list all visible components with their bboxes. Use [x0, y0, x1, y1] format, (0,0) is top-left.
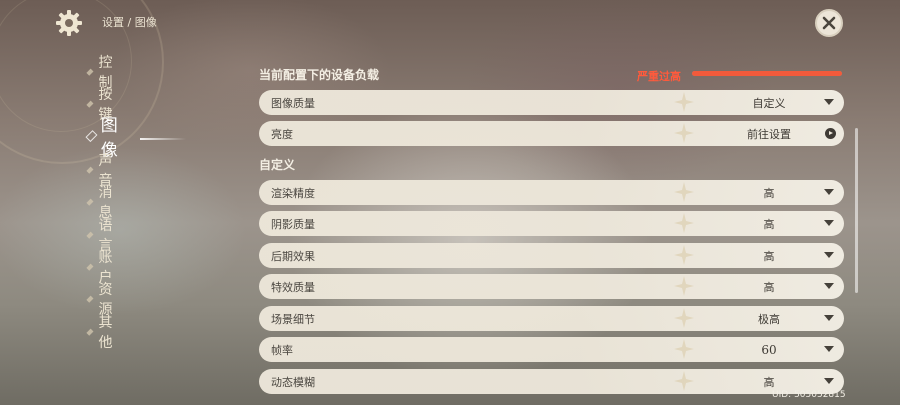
setting-label: 图像质量 — [271, 96, 315, 110]
nav-item-control[interactable]: 控制 — [86, 55, 115, 91]
nav-item-other[interactable]: 其他 — [86, 315, 115, 351]
close-button[interactable] — [815, 9, 843, 37]
sparkle-icon — [674, 308, 694, 328]
nav-item-label: 其他 — [98, 315, 113, 351]
breadcrumb: 设置 / 图像 — [102, 16, 157, 29]
device-load-status: 严重过高 — [637, 70, 681, 83]
arrow-right-circle-icon — [825, 128, 836, 139]
setting-label: 动态模糊 — [271, 375, 315, 389]
setting-label: 帧率 — [271, 343, 293, 357]
sparkle-icon — [674, 245, 694, 265]
setting-label: 阴影质量 — [271, 217, 315, 231]
setting-row-render-resolution[interactable]: 渲染精度 高 — [259, 180, 844, 205]
device-load-bar — [692, 71, 842, 76]
setting-row-shadow-quality[interactable]: 阴影质量 高 — [259, 211, 844, 236]
diamond-icon — [86, 100, 94, 108]
chevron-down-icon — [824, 315, 834, 321]
gear-icon — [56, 10, 82, 36]
setting-value: 前往设置 — [747, 127, 791, 141]
setting-value: 高 — [763, 375, 775, 389]
chevron-down-icon — [824, 283, 834, 289]
sparkle-icon — [674, 92, 694, 112]
sparkle-icon — [674, 182, 694, 202]
chevron-down-icon — [824, 346, 834, 352]
setting-value: 极高 — [758, 312, 780, 326]
setting-value: 高 — [763, 280, 775, 294]
sparkle-icon — [674, 371, 694, 391]
setting-value: 60 — [761, 342, 777, 357]
sparkle-icon — [674, 276, 694, 296]
setting-row-effects-quality[interactable]: 特效质量 高 — [259, 274, 844, 299]
setting-label: 后期效果 — [271, 249, 315, 263]
chevron-down-icon — [824, 378, 834, 384]
active-nav-indicator — [140, 138, 186, 140]
setting-label: 特效质量 — [271, 280, 315, 294]
chevron-down-icon — [824, 220, 834, 226]
diamond-icon — [86, 295, 94, 303]
device-load-bar-fill — [692, 71, 842, 76]
nav-item-account[interactable]: 账户 — [86, 250, 115, 286]
chevron-down-icon — [824, 252, 834, 258]
diamond-icon — [86, 263, 94, 271]
diamond-icon — [86, 68, 94, 76]
nav-item-graphics[interactable]: 图像 — [85, 116, 121, 161]
chevron-down-icon — [824, 99, 834, 105]
setting-value: 高 — [763, 249, 775, 263]
setting-label: 亮度 — [271, 127, 293, 141]
setting-label: 渲染精度 — [271, 186, 315, 200]
sparkle-icon — [674, 213, 694, 233]
sparkle-icon — [674, 339, 694, 359]
setting-value: 高 — [763, 217, 775, 231]
uid-label: UID: 505052815 — [772, 390, 846, 400]
chevron-down-icon — [824, 189, 834, 195]
diamond-icon — [85, 130, 98, 142]
setting-row-brightness[interactable]: 亮度 前往设置 — [259, 121, 844, 146]
sparkle-icon — [674, 123, 694, 143]
close-icon — [822, 16, 836, 30]
nav-item-messages[interactable]: 消息 — [86, 185, 115, 221]
device-load-title: 当前配置下的设备负载 — [259, 68, 380, 82]
diamond-icon — [86, 198, 94, 206]
setting-value: 高 — [763, 186, 775, 200]
scrollbar[interactable] — [855, 128, 858, 293]
nav-item-resources[interactable]: 资源 — [86, 282, 115, 318]
setting-value: 自定义 — [752, 96, 786, 110]
diamond-icon — [86, 328, 94, 336]
diamond-icon — [86, 231, 94, 239]
setting-label: 场景细节 — [271, 312, 315, 326]
setting-row-motion-blur[interactable]: 动态模糊 高 — [259, 369, 844, 394]
setting-row-frame-rate[interactable]: 帧率 60 — [259, 337, 844, 362]
setting-row-graphics-quality[interactable]: 图像质量 自定义 — [259, 90, 844, 115]
setting-row-scene-detail[interactable]: 场景细节 极高 — [259, 306, 844, 331]
nav-item-language[interactable]: 语言 — [86, 218, 115, 254]
custom-section-title: 自定义 — [259, 158, 296, 172]
diamond-icon — [86, 166, 94, 174]
setting-row-post-processing[interactable]: 后期效果 高 — [259, 243, 844, 268]
nav-item-audio[interactable]: 声音 — [86, 153, 115, 189]
